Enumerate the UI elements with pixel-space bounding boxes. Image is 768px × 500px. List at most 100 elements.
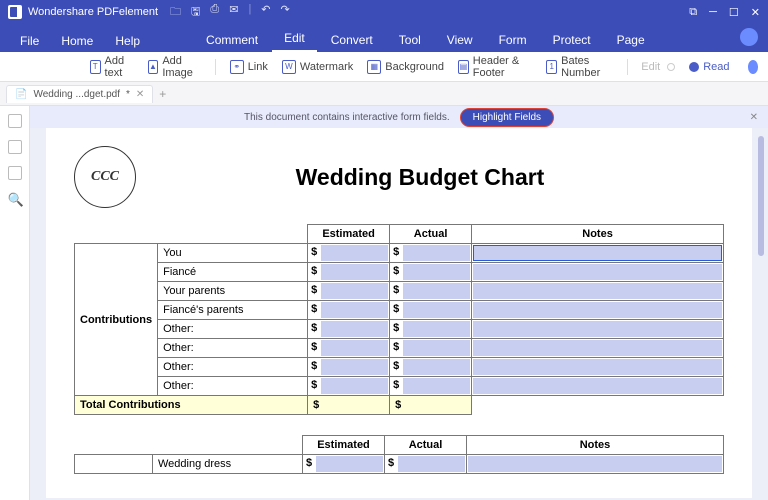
you-estimated-input[interactable] bbox=[321, 245, 388, 261]
tab-modified-mark: * bbox=[126, 89, 130, 100]
redo-icon[interactable]: ↷ bbox=[281, 3, 290, 22]
fiance-notes-input[interactable] bbox=[473, 264, 722, 280]
other3-actual-input[interactable] bbox=[403, 359, 470, 375]
vertical-scrollbar[interactable] bbox=[758, 136, 764, 256]
window-controls: ⧉ ─ ☐ ✕ bbox=[689, 6, 760, 19]
fiances-parents-actual-input[interactable] bbox=[403, 302, 470, 318]
search-icon[interactable]: 🔍 bbox=[8, 192, 22, 206]
pdf-icon: 📄 bbox=[15, 89, 27, 100]
dress-notes-input[interactable] bbox=[468, 456, 722, 472]
other4-notes-input[interactable] bbox=[473, 378, 722, 394]
read-mode-toggle[interactable]: Read bbox=[689, 61, 729, 73]
section-contributions: Contributions bbox=[75, 244, 158, 396]
toolbar-separator bbox=[627, 59, 628, 75]
fiances-parents-estimated-input[interactable] bbox=[321, 302, 388, 318]
other2-notes-input[interactable] bbox=[473, 340, 722, 356]
window-close-icon[interactable]: ✕ bbox=[751, 6, 760, 19]
col-actual: Actual bbox=[390, 225, 472, 244]
col-actual-2: Actual bbox=[385, 436, 467, 455]
read-active-icon bbox=[689, 62, 699, 72]
other2-estimated-input[interactable] bbox=[321, 340, 388, 356]
highlight-fields-button[interactable]: Highlight Fields bbox=[460, 108, 554, 127]
user-avatar-icon[interactable] bbox=[740, 28, 758, 46]
other2-actual-input[interactable] bbox=[403, 340, 470, 356]
print-icon[interactable]: ⎙ bbox=[210, 3, 219, 22]
menu-help[interactable]: Help bbox=[105, 30, 150, 52]
left-sidebar: 🔍 bbox=[0, 106, 30, 500]
close-tab-icon[interactable]: ✕ bbox=[136, 89, 144, 100]
app-name: Wondershare PDFelement bbox=[28, 6, 158, 18]
bookmarks-icon[interactable] bbox=[8, 140, 22, 154]
undo-icon[interactable]: ↶ bbox=[261, 3, 270, 22]
window-minimize-icon[interactable]: ─ bbox=[709, 6, 717, 19]
bates-icon: 1 bbox=[546, 60, 557, 74]
col-estimated-2: Estimated bbox=[303, 436, 385, 455]
bates-number-button[interactable]: 1Bates Number bbox=[546, 55, 612, 79]
thumbnails-icon[interactable] bbox=[8, 114, 22, 128]
save-icon[interactable]: 🖫 bbox=[191, 3, 200, 22]
link-button[interactable]: ⚭Link bbox=[230, 60, 268, 74]
menu-comment[interactable]: Comment bbox=[194, 28, 270, 52]
menu-home[interactable]: Home bbox=[51, 30, 103, 52]
your-parents-notes-input[interactable] bbox=[473, 283, 722, 299]
menu-bar: File Home Help Comment Edit Convert Tool… bbox=[0, 24, 768, 52]
document-tab[interactable]: 📄 Wedding ...dget.pdf * ✕ bbox=[6, 85, 153, 103]
row-fiances-parents: Fiancé's parents bbox=[158, 301, 308, 320]
toolbar-separator bbox=[215, 59, 216, 75]
fiance-actual-input[interactable] bbox=[403, 264, 470, 280]
dress-actual-input[interactable] bbox=[398, 456, 465, 472]
app-logo-icon bbox=[8, 5, 22, 19]
add-text-button[interactable]: TAdd text bbox=[90, 55, 134, 79]
other1-notes-input[interactable] bbox=[473, 321, 722, 337]
menu-file[interactable]: File bbox=[10, 30, 49, 52]
your-parents-actual-input[interactable] bbox=[403, 283, 470, 299]
document-area: This document contains interactive form … bbox=[30, 106, 768, 500]
window-restore-icon[interactable]: ⧉ bbox=[689, 6, 697, 19]
add-image-button[interactable]: ▲Add Image bbox=[148, 55, 201, 79]
menu-tool[interactable]: Tool bbox=[387, 28, 433, 52]
edit-mode-toggle[interactable]: Edit bbox=[641, 61, 675, 73]
row-fiance: Fiancé bbox=[158, 263, 308, 282]
settings-gear-icon[interactable] bbox=[748, 60, 758, 74]
row-other-4: Other: bbox=[158, 377, 308, 396]
row-wedding-dress: Wedding dress bbox=[153, 455, 303, 474]
you-actual-input[interactable] bbox=[403, 245, 470, 261]
close-notice-icon[interactable]: ✕ bbox=[750, 112, 758, 123]
background-icon: ▦ bbox=[367, 60, 381, 74]
expenses-table: Estimated Actual Notes Wedding dress $ $ bbox=[74, 435, 724, 474]
header-footer-button[interactable]: ▤Header & Footer bbox=[458, 55, 532, 79]
other4-estimated-input[interactable] bbox=[321, 378, 388, 394]
menu-form[interactable]: Form bbox=[487, 28, 539, 52]
total-contributions-label: Total Contributions bbox=[75, 396, 308, 415]
your-parents-estimated-input[interactable] bbox=[321, 283, 388, 299]
notice-text: This document contains interactive form … bbox=[244, 112, 450, 123]
folder-icon[interactable]: 🗀 bbox=[170, 3, 181, 22]
watermark-button[interactable]: WWatermark bbox=[282, 60, 353, 74]
total-actual: $ bbox=[390, 396, 472, 415]
attachments-icon[interactable] bbox=[8, 166, 22, 180]
window-maximize-icon[interactable]: ☐ bbox=[729, 6, 739, 19]
menu-protect[interactable]: Protect bbox=[541, 28, 603, 52]
new-tab-button[interactable]: + bbox=[159, 87, 166, 101]
dress-estimated-input[interactable] bbox=[316, 456, 383, 472]
fiances-parents-notes-input[interactable] bbox=[473, 302, 722, 318]
mail-icon[interactable]: ✉ bbox=[229, 3, 238, 22]
total-estimated: $ bbox=[308, 396, 390, 415]
fiance-estimated-input[interactable] bbox=[321, 264, 388, 280]
other1-estimated-input[interactable] bbox=[321, 321, 388, 337]
other1-actual-input[interactable] bbox=[403, 321, 470, 337]
you-notes-input[interactable] bbox=[473, 245, 722, 261]
watermark-icon: W bbox=[282, 60, 296, 74]
other3-estimated-input[interactable] bbox=[321, 359, 388, 375]
row-you: You bbox=[158, 244, 308, 263]
menu-edit[interactable]: Edit bbox=[272, 26, 317, 52]
other3-notes-input[interactable] bbox=[473, 359, 722, 375]
menu-convert[interactable]: Convert bbox=[319, 28, 385, 52]
org-seal-icon: CCC bbox=[74, 146, 136, 208]
background-button[interactable]: ▦Background bbox=[367, 60, 444, 74]
menu-view[interactable]: View bbox=[435, 28, 485, 52]
contributions-table: Estimated Actual Notes Contributions You… bbox=[74, 224, 724, 415]
workspace: 🔍 This document contains interactive for… bbox=[0, 106, 768, 500]
menu-page[interactable]: Page bbox=[605, 28, 657, 52]
other4-actual-input[interactable] bbox=[403, 378, 470, 394]
